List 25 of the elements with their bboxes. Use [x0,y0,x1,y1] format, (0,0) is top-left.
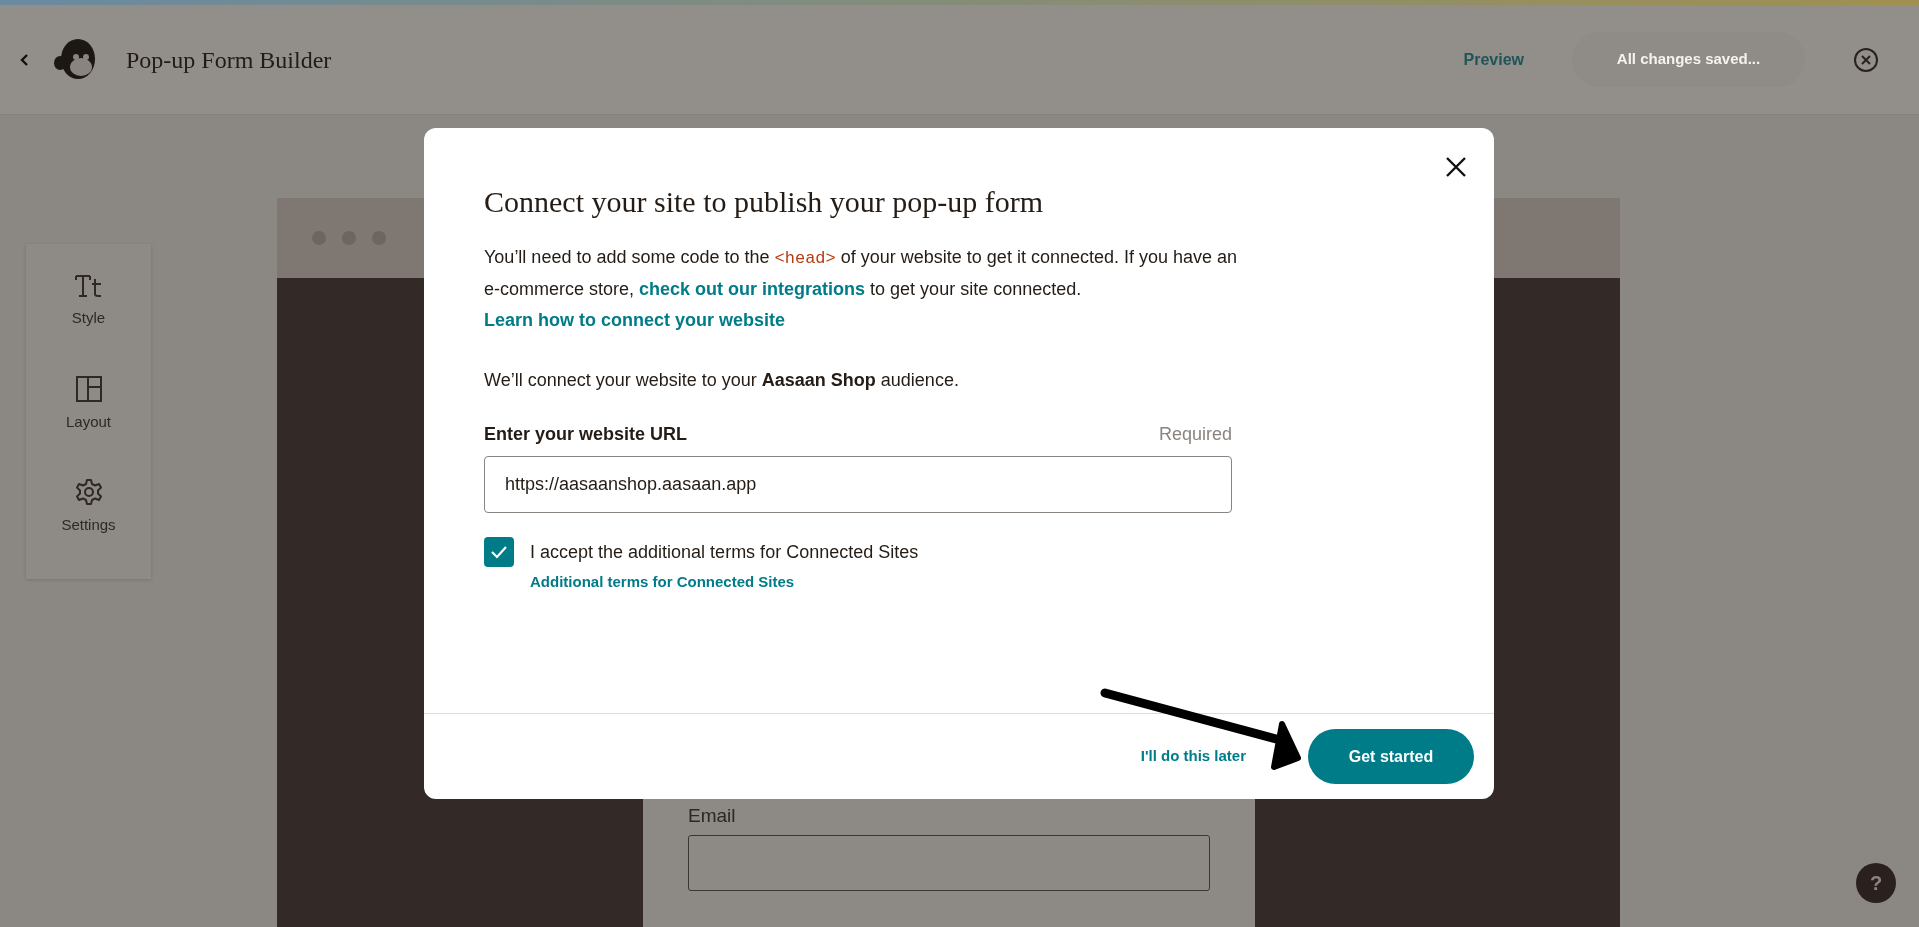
text-style-icon [73,273,104,299]
dialog-paragraph: We’ll connect your website to your Aasaan Shop audience. [484,369,960,392]
required-note: Required [1158,423,1232,446]
get-started-button[interactable]: Get started [1308,729,1474,784]
help-link[interactable]: check out our integrations [639,279,866,299]
terms-link[interactable]: Additional terms for Connected Sites [530,571,919,594]
sidebar-item[interactable]: Settings [26,476,151,579]
layout-icon [74,375,103,404]
sidebar-item[interactable]: Style [26,272,151,375]
field-label: Email [688,804,737,828]
url-field[interactable]: https://aasaanshop.aasaan.app [484,456,1232,513]
dialog-title: Connect your site to publish your pop-up form [484,184,1045,220]
email-field[interactable] [688,834,1210,891]
help-button[interactable]: ? [1856,863,1896,903]
checkbox[interactable] [484,537,514,567]
preview-link[interactable]: Preview [1463,47,1524,72]
help-link[interactable]: Learn how to connect your website [484,310,786,330]
dialog-paragraph: You’ll need to add some code to the <head> of your website to get it connected. If you have an e-commerce store, check out our integrations to get your site connected. Learn how to connect your website [484,246,1239,332]
checkbox-label: I accept the additional terms for Connected Sites [530,541,919,564]
check-icon [490,545,508,559]
page-title: Pop-up Form Builder [126,45,332,75]
sidebar-item[interactable]: Layout [26,374,151,477]
later-link[interactable]: I'll do this later [1140,745,1246,768]
field-label: Enter your website URL [484,423,688,446]
settings-icon [74,477,103,506]
